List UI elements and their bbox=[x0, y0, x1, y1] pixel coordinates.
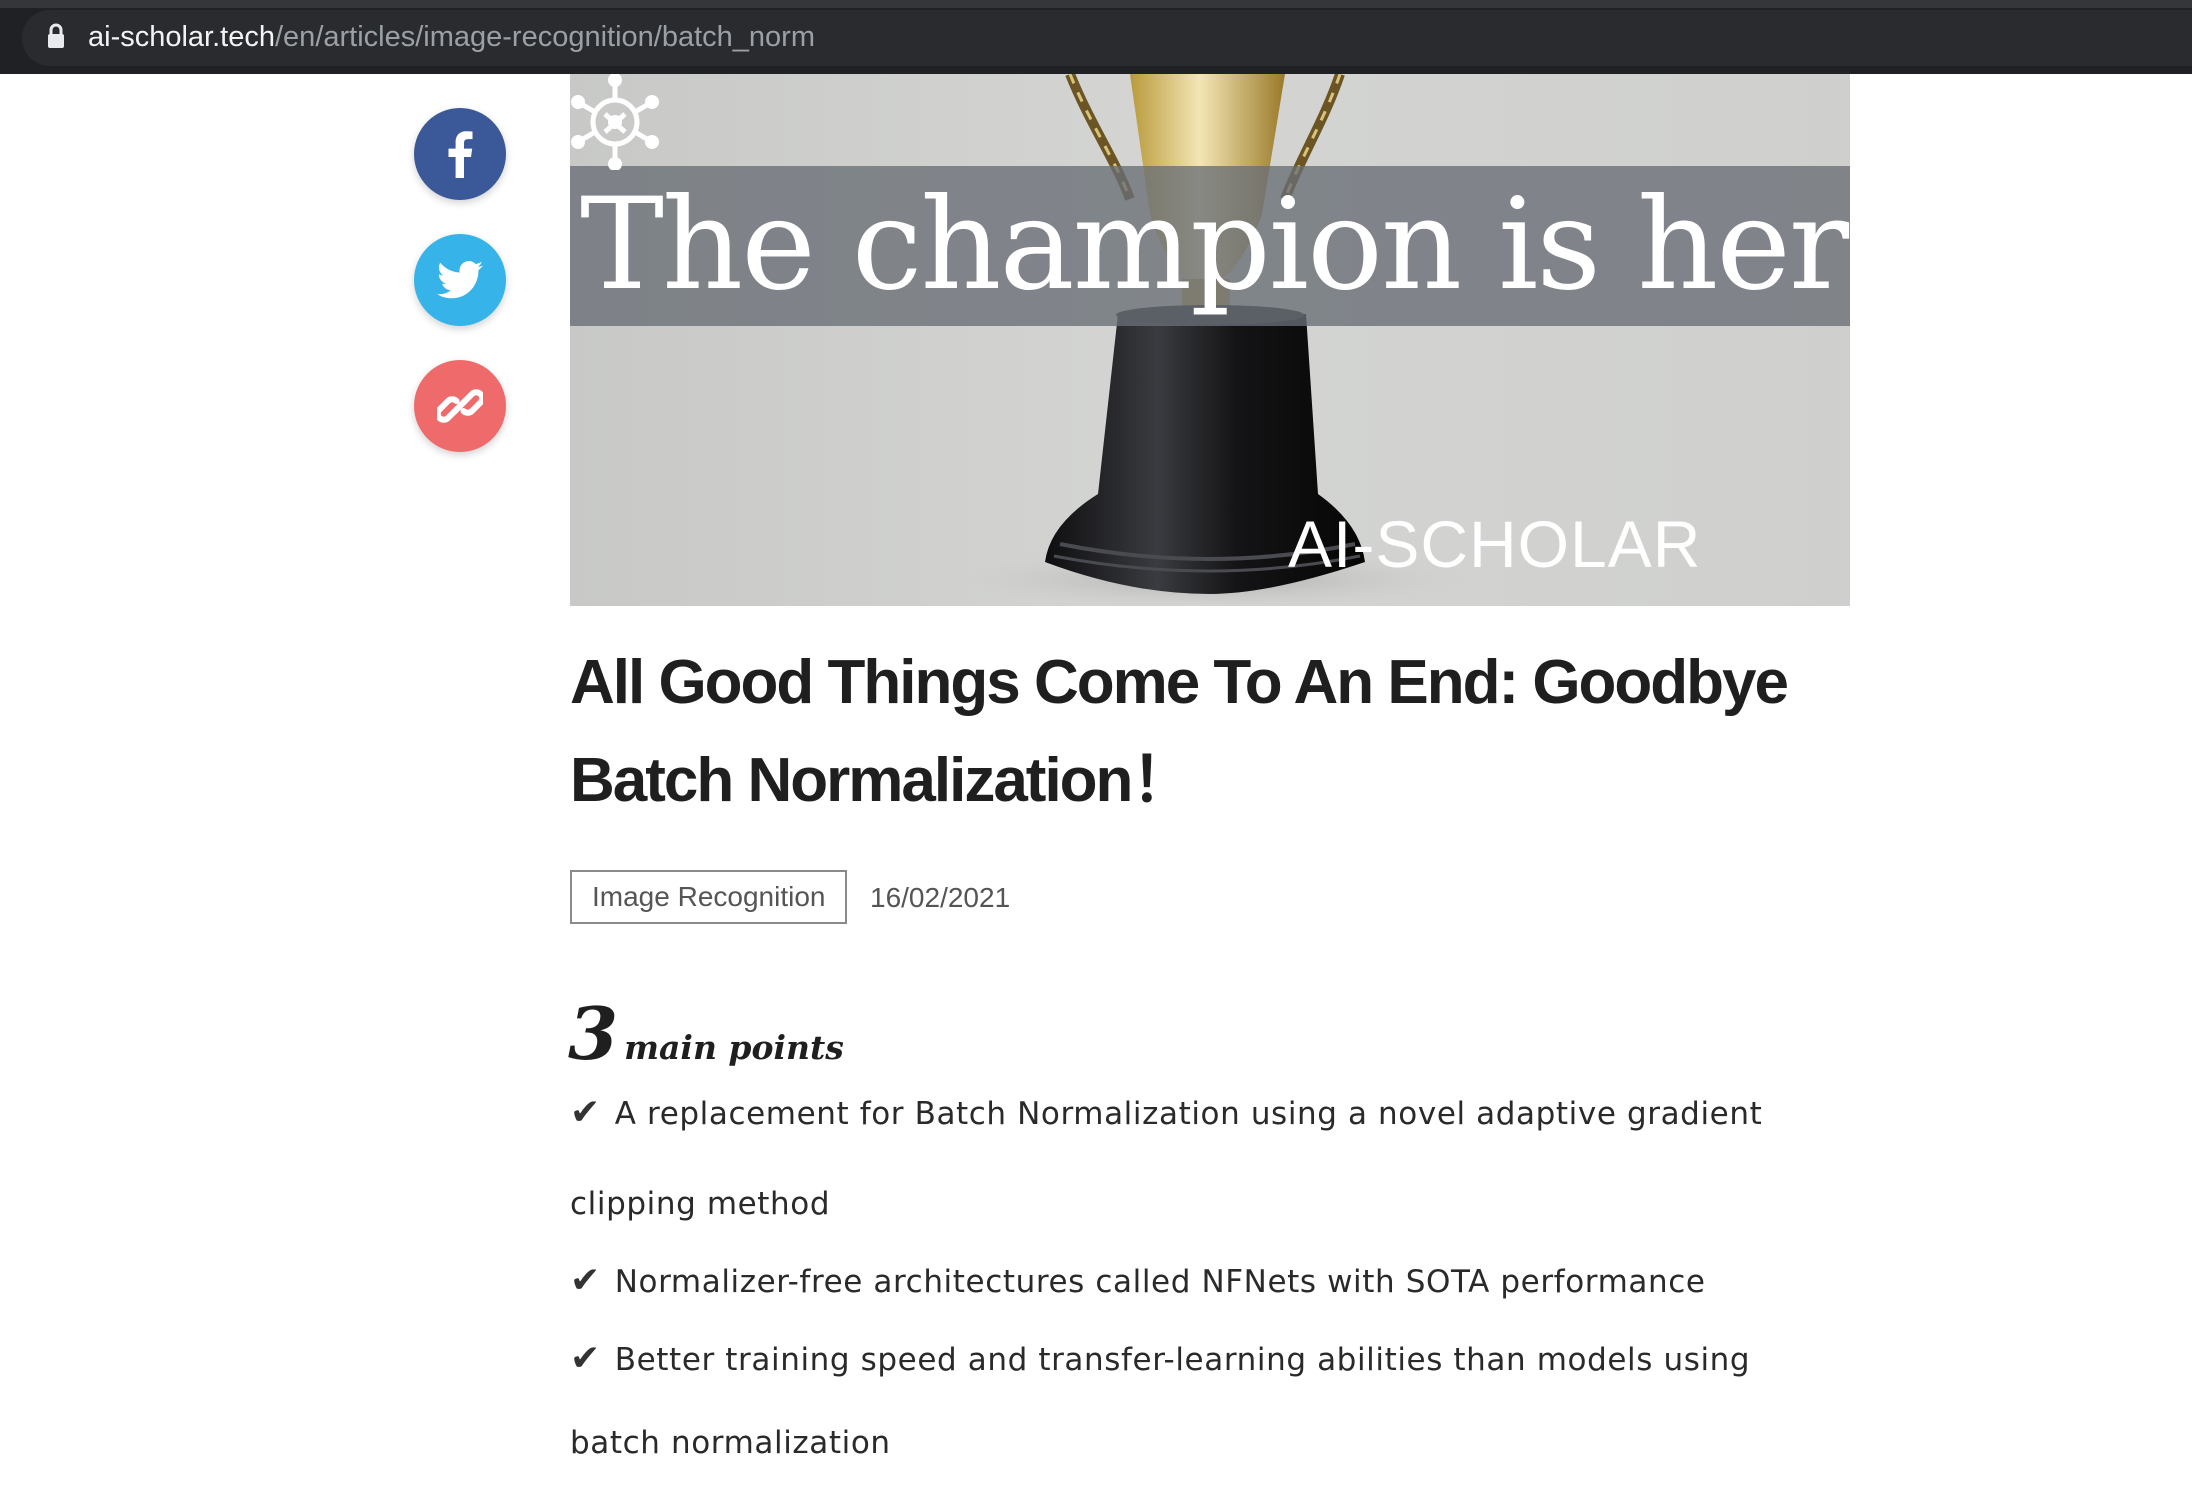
twitter-icon bbox=[437, 261, 483, 299]
url-path: /en/articles/image-recognition/batch_nor… bbox=[275, 21, 815, 53]
browser-tab-strip-edge bbox=[0, 0, 2192, 8]
share-twitter-button[interactable] bbox=[414, 234, 506, 326]
main-points-label: main points bbox=[624, 1028, 844, 1067]
article-title: All Good Things Come To An End: Goodbye … bbox=[570, 634, 1870, 830]
main-point-3: ✔ Better training speed and transfer-lear… bbox=[570, 1338, 1870, 1381]
page: ai-scholar.tech/en/articles/image-recogn… bbox=[0, 0, 2192, 1488]
share-link-button[interactable] bbox=[414, 360, 506, 452]
main-point-1-continued: clipping method bbox=[570, 1186, 831, 1222]
category-tag[interactable]: Image Recognition bbox=[570, 870, 848, 924]
browser-url-bar: ai-scholar.tech/en/articles/image-recogn… bbox=[0, 0, 2192, 74]
article-title-line2: Batch Normalization！ bbox=[570, 746, 1193, 815]
checkmark-icon: ✔ bbox=[570, 1092, 601, 1133]
checkmark-icon: ✔ bbox=[570, 1338, 601, 1379]
article-title-line1: All Good Things Come To An End: Goodbye bbox=[570, 648, 1789, 717]
facebook-icon bbox=[448, 131, 473, 178]
link-icon bbox=[437, 389, 483, 423]
network-logo-icon bbox=[571, 74, 659, 170]
url-text[interactable]: ai-scholar.tech/en/articles/image-recogn… bbox=[88, 18, 815, 56]
hero-banner: The champion is here AI-SCHOLAR bbox=[570, 74, 1850, 606]
main-points-count: 3 bbox=[568, 991, 619, 1076]
main-point-1-line1: A replacement for Batch Normalization us… bbox=[614, 1096, 1763, 1132]
main-point-2: ✔ Normalizer-free architectures called NF… bbox=[570, 1260, 1870, 1303]
url-host: ai-scholar.tech bbox=[88, 21, 275, 53]
checkmark-icon: ✔ bbox=[570, 1260, 601, 1301]
main-point-1: ✔ A replacement for Batch Normalization u… bbox=[570, 1092, 1870, 1135]
hero-brand-logo: AI-SCHOLAR bbox=[1288, 507, 1702, 581]
publish-date: 16/02/2021 bbox=[870, 882, 1011, 913]
share-facebook-button[interactable] bbox=[414, 108, 506, 200]
main-point-3-line1: Better training speed and transfer-learn… bbox=[614, 1342, 1751, 1378]
hero-title: The champion is here bbox=[580, 171, 1850, 318]
lock-icon bbox=[48, 23, 64, 48]
main-point-2-line1: Normalizer-free architectures called NFN… bbox=[614, 1264, 1706, 1300]
main-point-3-continued: batch normalization bbox=[570, 1425, 891, 1461]
main-points-heading: 3 main points bbox=[568, 994, 844, 1074]
